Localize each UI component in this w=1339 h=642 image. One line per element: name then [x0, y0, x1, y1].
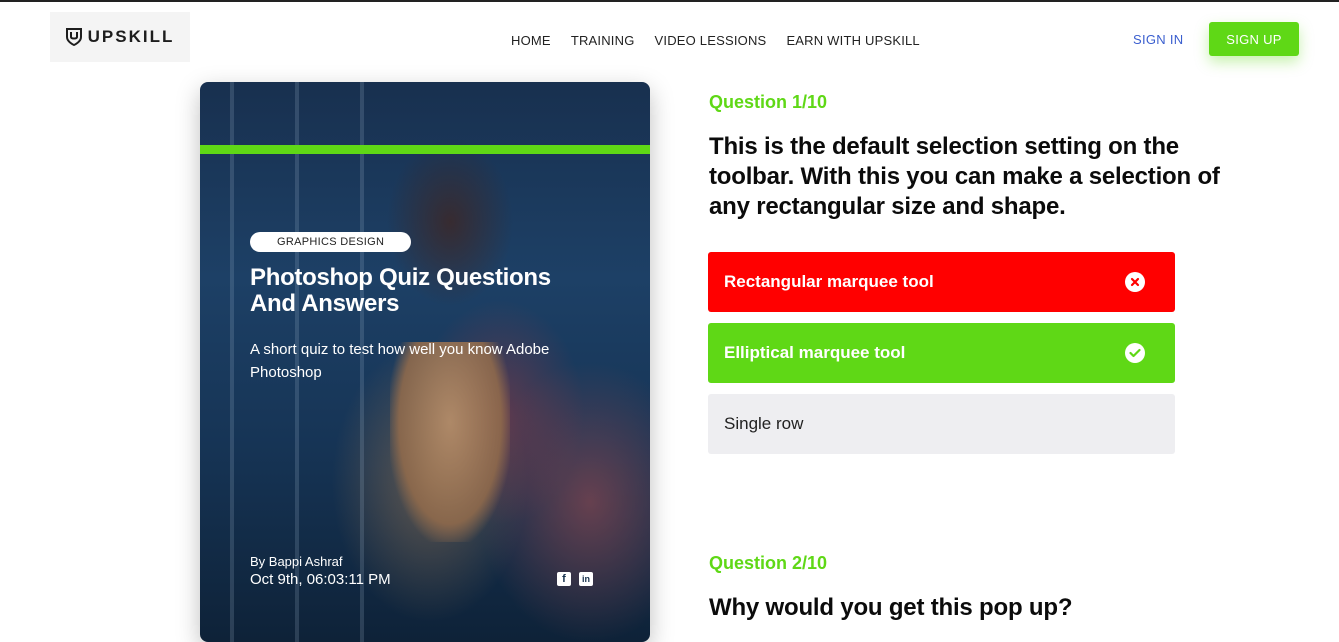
quiz-hero-card: GRAPHICS DESIGN Photoshop Quiz Questions…: [200, 82, 650, 642]
check-circle-icon: [1125, 343, 1145, 363]
question-2-text: Why would you get this pop up?: [709, 594, 1073, 621]
linkedin-icon[interactable]: in: [579, 572, 593, 586]
window-frame: [230, 82, 234, 642]
sign-up-button[interactable]: SIGN UP: [1209, 22, 1299, 56]
card-accent-bar: [200, 145, 650, 154]
answer-elliptical-marquee[interactable]: Elliptical marquee tool: [708, 323, 1175, 383]
x-circle-icon: [1125, 272, 1145, 292]
answer-label: Rectangular marquee tool: [724, 272, 934, 291]
nav-earn-with-upskill[interactable]: EARN WITH UPSKILL: [786, 33, 919, 48]
question-1-text: This is the default selection setting on…: [709, 133, 1220, 220]
nav-home[interactable]: HOME: [511, 33, 551, 48]
question-2-label: Question 2/10: [709, 553, 828, 573]
card-title: Photoshop Quiz Questions And Answers: [250, 264, 551, 317]
nav-video-lessions[interactable]: VIDEO LESSIONS: [655, 33, 767, 48]
card-date: Oct 9th, 06:03:11 PM: [250, 571, 391, 588]
category-tag[interactable]: GRAPHICS DESIGN: [250, 232, 412, 252]
logo-text: UPSKILL: [87, 27, 175, 46]
social-links: f in: [557, 572, 593, 586]
card-description: A short quiz to test how well you know A…: [250, 341, 550, 381]
question-1-label: Question 1/10: [709, 92, 828, 112]
facebook-icon[interactable]: f: [557, 572, 571, 586]
card-author: By Bappi Ashraf: [250, 554, 343, 569]
main-nav: HOME TRAINING VIDEO LESSIONS EARN WITH U…: [511, 33, 920, 48]
nav-training[interactable]: TRAINING: [571, 33, 635, 48]
shield-logo-icon: [65, 28, 82, 46]
answer-single-row[interactable]: Single row: [708, 394, 1175, 454]
answer-label: Single row: [724, 414, 804, 433]
sign-in-link[interactable]: SIGN IN: [1133, 32, 1184, 47]
answer-rectangular-marquee[interactable]: Rectangular marquee tool: [708, 252, 1175, 312]
answer-label: Elliptical marquee tool: [724, 343, 906, 362]
top-border: [0, 0, 1339, 2]
logo[interactable]: UPSKILL: [50, 12, 190, 62]
